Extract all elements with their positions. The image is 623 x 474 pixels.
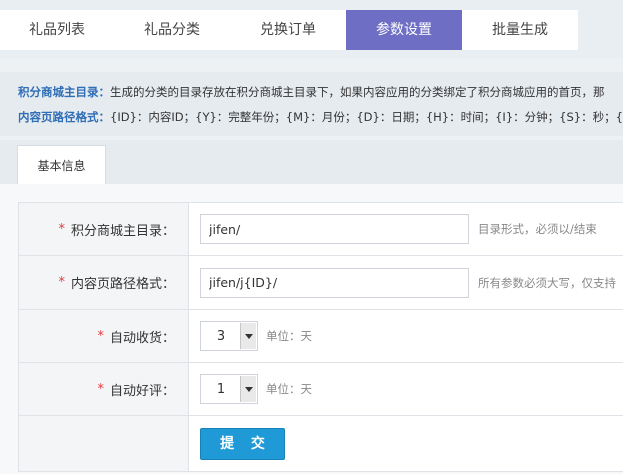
field-hint: 所有参数必须大写，仅支持: [478, 275, 616, 290]
field-cell: 1 单位：天: [189, 363, 623, 415]
form-row-auto-review: * 自动好评： 1 单位：天: [18, 363, 623, 416]
field-label: * 自动收货：: [18, 310, 189, 362]
form-row-main-directory: * 积分商城主目录： 目录形式，必须以/结束: [18, 203, 623, 256]
chevron-down-icon[interactable]: [240, 323, 256, 349]
required-mark: *: [97, 328, 104, 344]
required-mark: *: [97, 381, 104, 397]
top-tabs: 礼品列表 礼品分类 兑换订单 参数设置 批量生成: [0, 10, 578, 50]
field-cell: 3 单位：天: [189, 310, 623, 362]
note-main-directory: 积分商城主目录：生成的分类的目录存放在积分商城主目录下，如果内容应用的分类绑定了…: [18, 84, 605, 100]
tab-exchange-orders[interactable]: 兑换订单: [230, 10, 346, 50]
form-table: * 积分商城主目录： 目录形式，必须以/结束 * 内容页路径格式： 所有参数必须…: [18, 202, 623, 472]
note-text: 生成的分类的目录存放在积分商城主目录下，如果内容应用的分类绑定了积分商城应用的首…: [110, 85, 605, 99]
unit-label: 单位：天: [266, 382, 312, 396]
tab-gift-category[interactable]: 礼品分类: [114, 10, 230, 50]
form-row-auto-receive: * 自动收货： 3 单位：天: [18, 310, 623, 363]
field-label: * 内容页路径格式：: [18, 256, 189, 309]
unit-label: 单位：天: [266, 329, 312, 343]
note-path-format: 内容页路径格式：{ID}：内容ID；{Y}：完整年份；{M}：月份；{D}：日期…: [18, 109, 623, 125]
field-label: * 积分商城主目录：: [18, 203, 189, 255]
path-format-input[interactable]: [200, 267, 469, 298]
field-cell: 目录形式，必须以/结束: [189, 203, 623, 255]
top-nav-bar: 礼品列表 礼品分类 兑换订单 参数设置 批量生成: [0, 0, 623, 58]
main-directory-input[interactable]: [200, 214, 469, 244]
select-value: 3: [216, 328, 226, 344]
form-row-path-format: * 内容页路径格式： 所有参数必须大写，仅支持: [18, 256, 623, 310]
empty-label-cell: [18, 416, 189, 471]
required-mark: *: [58, 275, 65, 290]
field-label-text: 自动好评：: [109, 383, 175, 399]
tab-gift-list[interactable]: 礼品列表: [0, 10, 114, 50]
required-mark: *: [58, 221, 65, 237]
field-label-text: 自动收货：: [109, 330, 175, 346]
tab-basic-info[interactable]: 基本信息: [17, 145, 106, 185]
tab-parameter-settings[interactable]: 参数设置: [346, 10, 462, 50]
tab-batch-generate[interactable]: 批量生成: [462, 10, 578, 50]
note-label: 内容页路径格式：: [18, 110, 110, 124]
field-label-text: 积分商城主目录：: [70, 223, 175, 239]
submit-button[interactable]: 提 交: [200, 427, 285, 460]
select-value: 1: [216, 381, 226, 397]
submit-cell: 提 交: [189, 416, 623, 471]
sub-tab-bar: 基本信息: [0, 140, 623, 185]
note-label: 积分商城主目录：: [18, 85, 110, 99]
field-label-text: 内容页路径格式：: [70, 277, 175, 292]
auto-receive-select[interactable]: 3: [200, 321, 258, 351]
help-notes: 积分商城主目录：生成的分类的目录存放在积分商城主目录下，如果内容应用的分类绑定了…: [0, 72, 623, 136]
note-text: {ID}：内容ID；{Y}：完整年份；{M}：月份；{D}：日期；{H}：时间；…: [110, 110, 623, 124]
chevron-down-icon[interactable]: [240, 376, 256, 402]
form-row-submit: 提 交: [18, 416, 623, 472]
settings-form: * 积分商城主目录： 目录形式，必须以/结束 * 内容页路径格式： 所有参数必须…: [0, 184, 623, 474]
auto-review-select[interactable]: 1: [200, 374, 258, 404]
field-label: * 自动好评：: [18, 363, 189, 415]
field-hint: 目录形式，必须以/结束: [478, 222, 597, 236]
field-cell: 所有参数必须大写，仅支持: [189, 256, 623, 309]
